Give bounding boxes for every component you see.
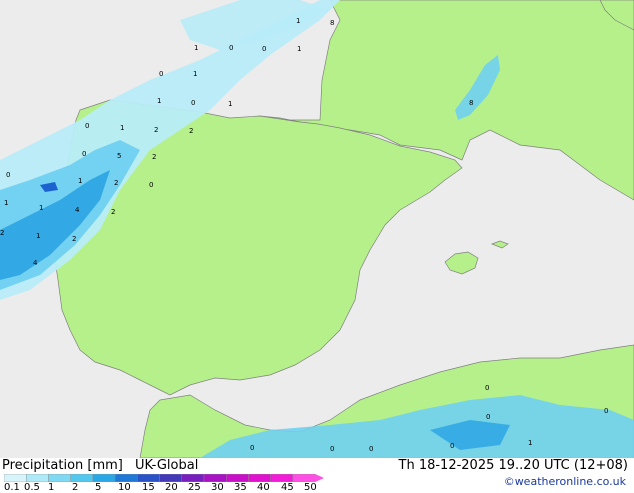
map-value: 1: [36, 232, 41, 240]
color-scale: [4, 474, 324, 482]
scale-swatch: [203, 474, 227, 482]
map-value: 0: [229, 44, 234, 52]
map-value: 2: [152, 153, 157, 161]
credit-link[interactable]: ©weatheronline.co.uk: [504, 475, 626, 488]
map-value: 1: [4, 199, 9, 207]
scale-label: 45: [281, 482, 294, 493]
title-text: Precipitation [mm]: [2, 458, 123, 473]
scale-swatch: [137, 474, 160, 482]
scale-label: 40: [257, 482, 270, 493]
scale-label: 2: [72, 482, 79, 493]
model-name: UK-Global: [135, 458, 199, 473]
map-value: 8: [330, 19, 335, 27]
map-value: 1: [78, 177, 83, 185]
map-value: 2: [111, 208, 116, 216]
scale-swatch: [48, 474, 71, 482]
scale-label: 25: [188, 482, 201, 493]
map-value: 1: [228, 100, 233, 108]
chart-title: Precipitation [mm] UK-Global: [2, 458, 198, 473]
scale-swatch: [159, 474, 182, 482]
scale-swatch: [248, 474, 271, 482]
map-value: 0: [191, 99, 196, 107]
scale-label: 0.5: [24, 482, 40, 493]
scale-swatch: [26, 474, 49, 482]
scale-swatch: [4, 474, 27, 482]
land-mallorca: [444, 251, 479, 275]
map-value: 1: [296, 17, 301, 25]
map-value: 0: [159, 70, 164, 78]
map-value: 1: [39, 204, 44, 212]
map-value: 1: [194, 44, 199, 52]
scale-swatch: [181, 474, 205, 482]
scale-arrow: [315, 474, 324, 482]
scale-label: 10: [118, 482, 131, 493]
map-value: 2: [0, 229, 5, 237]
map-value: 0: [82, 150, 87, 158]
map-value: 4: [75, 206, 80, 214]
scale-label: 20: [165, 482, 178, 493]
map-value: 0: [149, 181, 154, 189]
scale-label: 30: [211, 482, 224, 493]
land-menorca: [491, 240, 509, 249]
map-value: 0: [250, 444, 255, 452]
precipitation-map: 1 8 1 0 0 1 0 1 1 0 1 0 1 2 2 0 5 2 8 1 …: [0, 0, 634, 458]
scale-swatch: [114, 474, 138, 482]
map-value: 0: [369, 445, 374, 453]
map-value: 1: [157, 97, 162, 105]
color-scale-labels: 0.1 0.5 1 2 5 10 15 20 25 30 35 40 45 50: [0, 482, 330, 493]
map-value: 2: [114, 179, 119, 187]
map-value: 8: [469, 99, 474, 107]
map-value: 0: [485, 384, 490, 392]
map-canvas: [0, 0, 634, 458]
map-value: 2: [154, 126, 159, 134]
scale-swatch: [92, 474, 116, 482]
map-value: 0: [604, 407, 609, 415]
map-value: 1: [297, 45, 302, 53]
scale-label: 15: [142, 482, 155, 493]
scale-label: 50: [304, 482, 317, 493]
scale-label: 35: [234, 482, 247, 493]
map-value: 0: [330, 445, 335, 453]
footer-bar: Precipitation [mm] UK-Global Th 18-12-20…: [0, 458, 634, 493]
map-value: 2: [72, 235, 77, 243]
scale-swatch: [226, 474, 249, 482]
scale-label: 5: [95, 482, 102, 493]
map-value: 1: [528, 439, 533, 447]
map-value: 1: [120, 124, 125, 132]
map-value: 0: [262, 45, 267, 53]
map-value: 2: [189, 127, 194, 135]
map-value: 0: [85, 122, 90, 130]
scale-label: 0.1: [4, 482, 20, 493]
scale-swatch: [292, 474, 316, 482]
map-value: 0: [486, 413, 491, 421]
scale-label: 1: [48, 482, 55, 493]
scale-swatch: [270, 474, 294, 482]
map-value: 4: [33, 259, 38, 267]
map-value: 0: [6, 171, 11, 179]
scale-swatch: [70, 474, 94, 482]
map-value: 5: [117, 152, 122, 160]
map-value: 0: [450, 442, 455, 450]
valid-time: Th 18-12-2025 19..20 UTC (12+08): [398, 458, 629, 473]
map-value: 1: [193, 70, 198, 78]
